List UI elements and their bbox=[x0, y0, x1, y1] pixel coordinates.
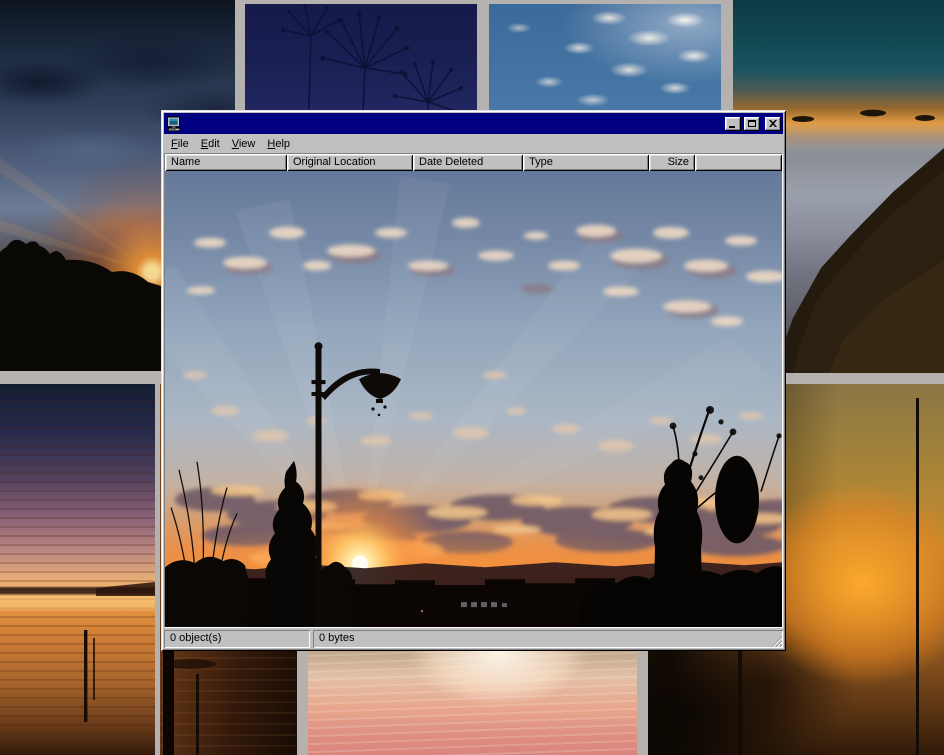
maximize-icon bbox=[748, 120, 756, 127]
computer-icon[interactable] bbox=[166, 116, 182, 132]
sea-poles-graphic bbox=[0, 384, 155, 755]
column-header-name[interactable]: Name bbox=[165, 154, 287, 171]
column-header-blank[interactable] bbox=[695, 154, 782, 171]
sunset-streetlamp-photo bbox=[165, 171, 782, 627]
column-header-size[interactable]: Size bbox=[649, 154, 695, 171]
list-view: Name Original Location Date Deleted Type… bbox=[164, 153, 783, 628]
menu-bar: File Edit View Help bbox=[164, 134, 783, 153]
wallpaper-tile-violet-sea bbox=[0, 384, 155, 755]
status-size: 0 bytes bbox=[313, 630, 783, 648]
close-icon bbox=[769, 120, 777, 127]
menu-edit[interactable]: Edit bbox=[195, 136, 226, 152]
list-content-area[interactable] bbox=[165, 171, 782, 627]
column-header-date-deleted[interactable]: Date Deleted bbox=[413, 154, 523, 171]
column-header-type[interactable]: Type bbox=[523, 154, 649, 171]
resize-grip[interactable] bbox=[770, 635, 782, 647]
desktop: { "desktop": { "background_color": "#b4b… bbox=[0, 0, 944, 755]
menu-file[interactable]: File bbox=[165, 136, 195, 152]
close-button[interactable] bbox=[765, 117, 781, 131]
status-bar: 0 object(s) 0 bytes bbox=[164, 628, 783, 648]
maximize-button[interactable] bbox=[744, 117, 760, 131]
column-header-original-location[interactable]: Original Location bbox=[287, 154, 413, 171]
minimize-icon bbox=[729, 126, 735, 128]
menu-view[interactable]: View bbox=[226, 136, 262, 152]
status-object-count: 0 object(s) bbox=[164, 630, 310, 648]
menu-help[interactable]: Help bbox=[261, 136, 296, 152]
titlebar[interactable] bbox=[164, 113, 783, 134]
recycle-bin-window: File Edit View Help Name Original Locati… bbox=[161, 110, 786, 651]
status-size-text: 0 bytes bbox=[319, 632, 354, 644]
minimize-button[interactable] bbox=[725, 117, 741, 131]
column-header-row: Name Original Location Date Deleted Type… bbox=[165, 154, 782, 171]
